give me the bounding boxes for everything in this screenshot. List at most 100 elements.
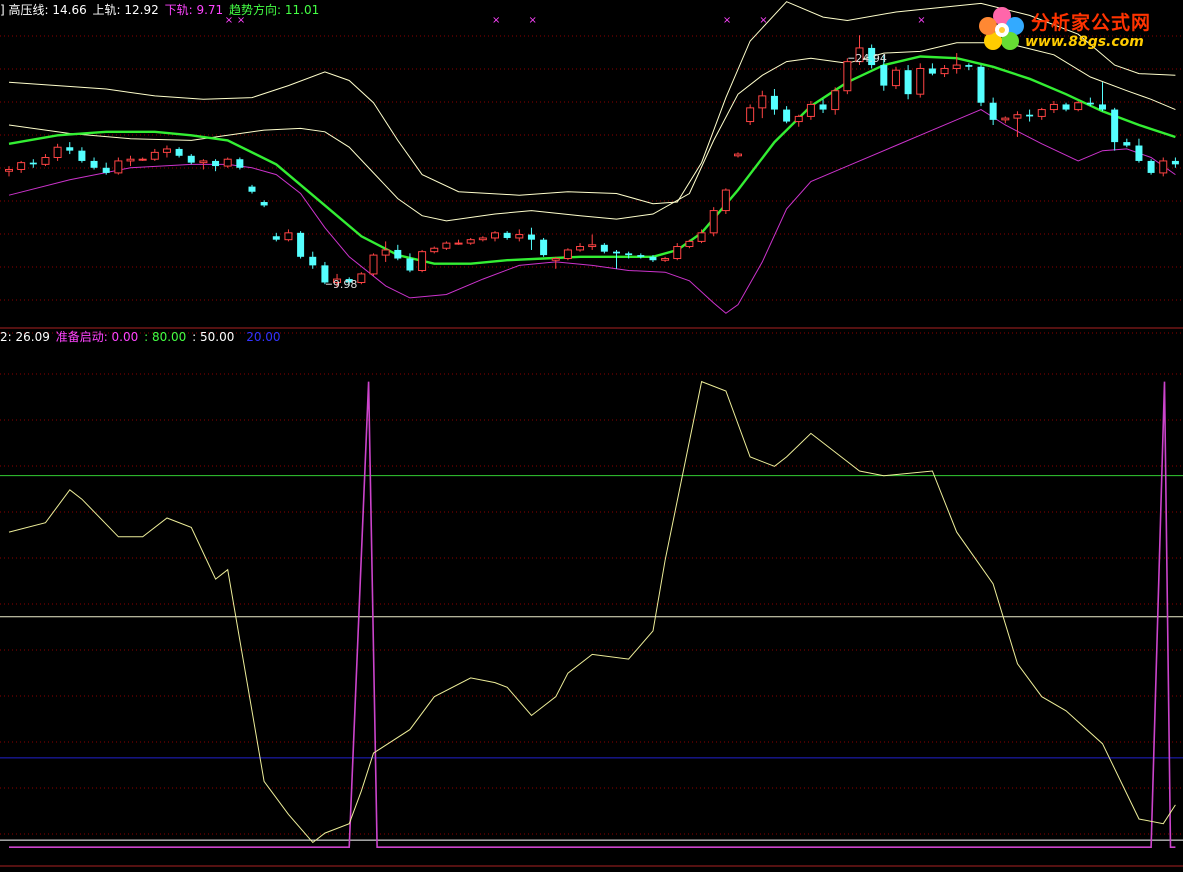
candle-body-down [309,256,317,266]
candle-body-down [394,249,402,259]
candle-body-up [478,237,487,241]
legend-trend: 趋势方向: 11.01 [229,3,320,17]
candle-body-down [321,265,329,283]
signal-marker: × [917,15,925,26]
candle-body-up [685,240,694,248]
signal-marker: × [723,15,731,26]
candle-body-down [770,95,778,110]
signal-series [9,381,1176,849]
legend-lower-band: 下轨: 9.71 [164,3,224,17]
legend-line20: 20.00 [246,330,281,344]
logo-name: 分析家公式网 [1031,12,1152,34]
candle-body-down [272,236,280,240]
upper-legend: ] 高压线: 14.66 上轨: 12.92 下轨: 9.71 趋势方向: 11… [0,3,321,17]
candle-body-up [1013,114,1022,119]
logo-url: www.88gs.com [1025,34,1144,50]
candle-body-down [187,155,195,163]
legend-signal: 准备启动: 0.00 [55,330,139,344]
candle-body-up [5,168,13,172]
candle-body-up [661,258,670,261]
candle-body-up [758,95,767,109]
candle-body-up [551,258,560,261]
candle-body-down [649,256,657,261]
candle-body-up [223,158,232,167]
candle-body-up [952,64,961,69]
candle-body-up [576,246,585,251]
candle-body-up [794,115,803,123]
candle-body-down [297,232,305,257]
candle-body-up [442,242,451,249]
candle-body-up [1001,117,1010,121]
candle-body-up [369,254,378,275]
candle-body-down [989,102,997,120]
candle-body-down [625,253,633,256]
candle-body-down [236,159,244,168]
candle-body-up [721,189,730,212]
legend-upper-band: 上轨: 12.92 [92,3,159,17]
candle-body-down [977,66,985,103]
candle-body-up [418,251,427,272]
candle-body-up [515,234,524,239]
chart-svg: 24.949.98× × × × × × × [0,1,1183,867]
signal-marker: × [528,15,536,26]
candle-body-down [66,147,74,151]
candle-body-down [819,104,827,110]
legend-high-line: ] 高压线: 14.66 [0,3,87,17]
candle-body-up [41,157,50,165]
signal-marker: × [492,15,500,26]
candle-body-up [454,242,463,245]
candle-body-up [491,232,499,239]
trend-series [8,55,1176,265]
candle-body-down [540,239,548,256]
candle-body-up [891,69,900,87]
candle-body-up [53,146,62,159]
candle-body-down [880,65,888,86]
candle-body-down [600,244,608,252]
candle-body-down [248,186,256,192]
candle-body-up [1037,109,1046,117]
candle-body-up [381,249,390,256]
candle-body-down [102,167,110,173]
candle-body-down [928,68,936,74]
candle-body-down [406,258,414,271]
candle-body-down [1171,160,1179,165]
candle-body-up [1049,103,1058,111]
candle-body-up [199,160,208,164]
candle-body-up [17,162,26,170]
candle-body-up [430,247,439,253]
candle-body-up [940,67,949,75]
candle-body-down [1135,145,1143,161]
candle-body-up [709,210,718,234]
candle-body-down [527,234,535,240]
candle-body-down [1086,102,1094,105]
candle-body-up [162,148,171,153]
candle-body-down [78,150,86,161]
candle-body-up [466,239,475,244]
candle-body-up [1074,102,1083,111]
candle-body-down [904,70,912,95]
candle-body-down [1147,160,1155,173]
candle-body-up [1159,160,1168,174]
candle-body-down [965,65,973,67]
legend-line50: : 50.00 [192,330,235,344]
candle-body-down [783,109,791,122]
candle-body-down [90,160,98,168]
candle-body-down [503,232,511,238]
candle-body-up [734,153,742,157]
candle-body-up [284,232,293,241]
candle-body-up [150,151,159,160]
candle-body-down [1123,142,1131,146]
candle-body-up [746,107,755,123]
legend-osc: 2: 26.09 [0,330,50,344]
candle-body-up [831,90,840,111]
signal-marker: × [759,15,767,26]
candle-body-down [260,202,268,206]
candle-body-up [114,160,123,174]
flower-icon [979,7,1024,50]
candle-body-up [357,273,366,283]
candle-body-down [613,251,620,254]
candle-body-down [175,148,183,156]
candle-body-down [1062,104,1070,110]
candle-body-up [843,61,852,92]
candle-body-down [1026,114,1034,117]
